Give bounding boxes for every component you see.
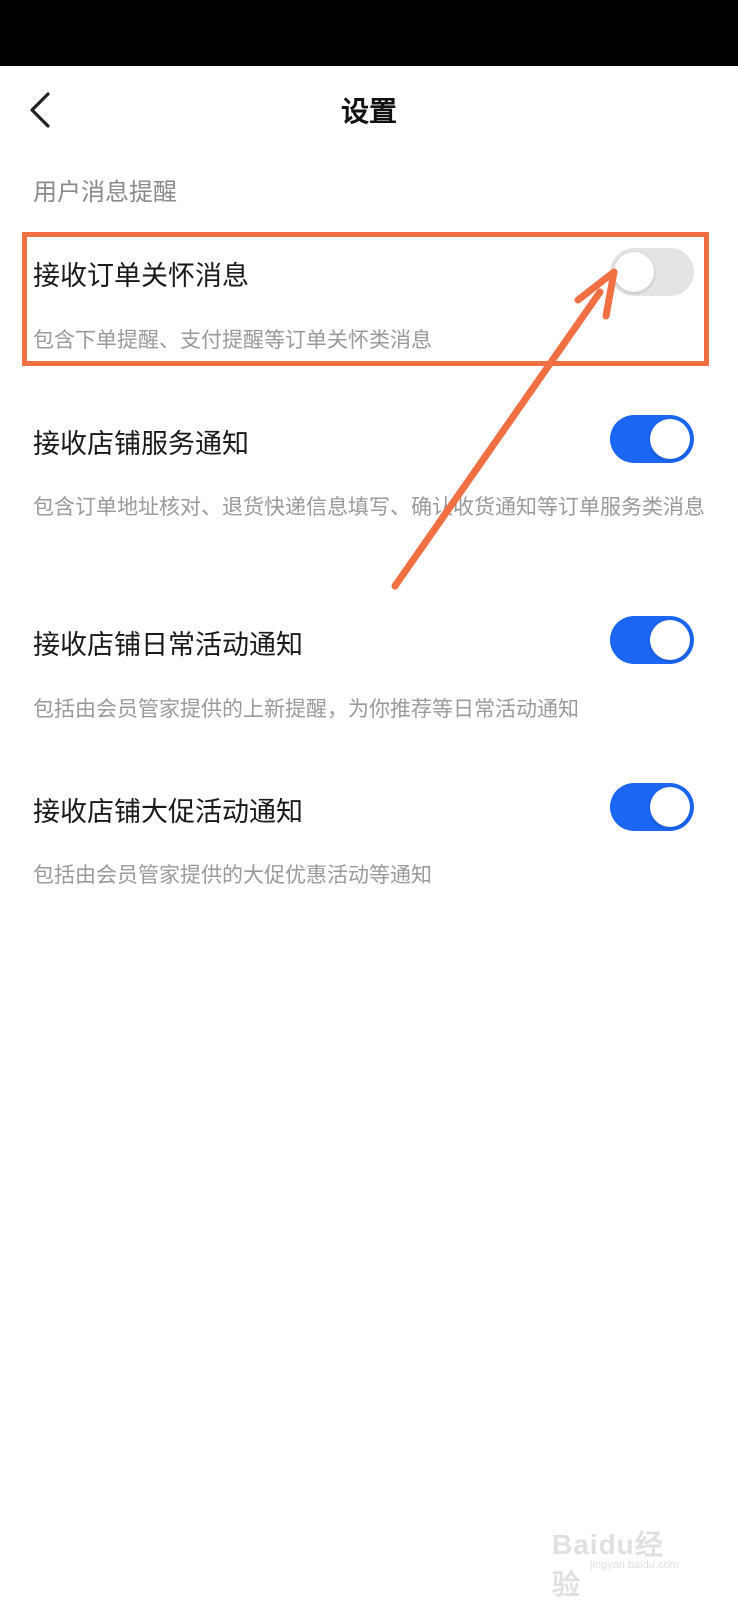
- status-bar: [0, 0, 738, 66]
- setting-label-daily-activity: 接收店铺日常活动通知: [33, 630, 303, 661]
- toggle-knob: [650, 419, 690, 459]
- section-title: 用户消息提醒: [33, 178, 177, 206]
- nav-bar: 设置: [0, 66, 738, 154]
- setting-desc-order-care: 包含下单提醒、支付提醒等订单关怀类消息: [33, 328, 432, 352]
- setting-label-shop-service: 接收店铺服务通知: [33, 429, 249, 460]
- toggle-knob: [650, 787, 690, 827]
- setting-desc-promo-activity: 包括由会员管家提供的大促优惠活动等通知: [33, 863, 432, 887]
- setting-desc-shop-service: 包含订单地址核对、退货快递信息填写、确认收货通知等订单服务类消息: [33, 495, 705, 519]
- toggle-order-care[interactable]: [610, 248, 694, 296]
- toggle-knob: [650, 620, 690, 660]
- setting-label-order-care: 接收订单关怀消息: [33, 261, 249, 292]
- toggle-daily-activity[interactable]: [610, 616, 694, 664]
- toggle-promo-activity[interactable]: [610, 783, 694, 831]
- baidu-watermark: Baidu经验 jingyan.baidu.com: [552, 1513, 692, 1600]
- setting-label-promo-activity: 接收店铺大促活动通知: [33, 797, 303, 828]
- toggle-knob: [614, 252, 654, 292]
- page-title: 设置: [340, 95, 397, 128]
- setting-desc-daily-activity: 包括由会员管家提供的上新提醒，为你推荐等日常活动通知: [33, 697, 579, 721]
- toggle-shop-service[interactable]: [610, 415, 694, 463]
- watermark-url: jingyan.baidu.com: [590, 1559, 679, 1571]
